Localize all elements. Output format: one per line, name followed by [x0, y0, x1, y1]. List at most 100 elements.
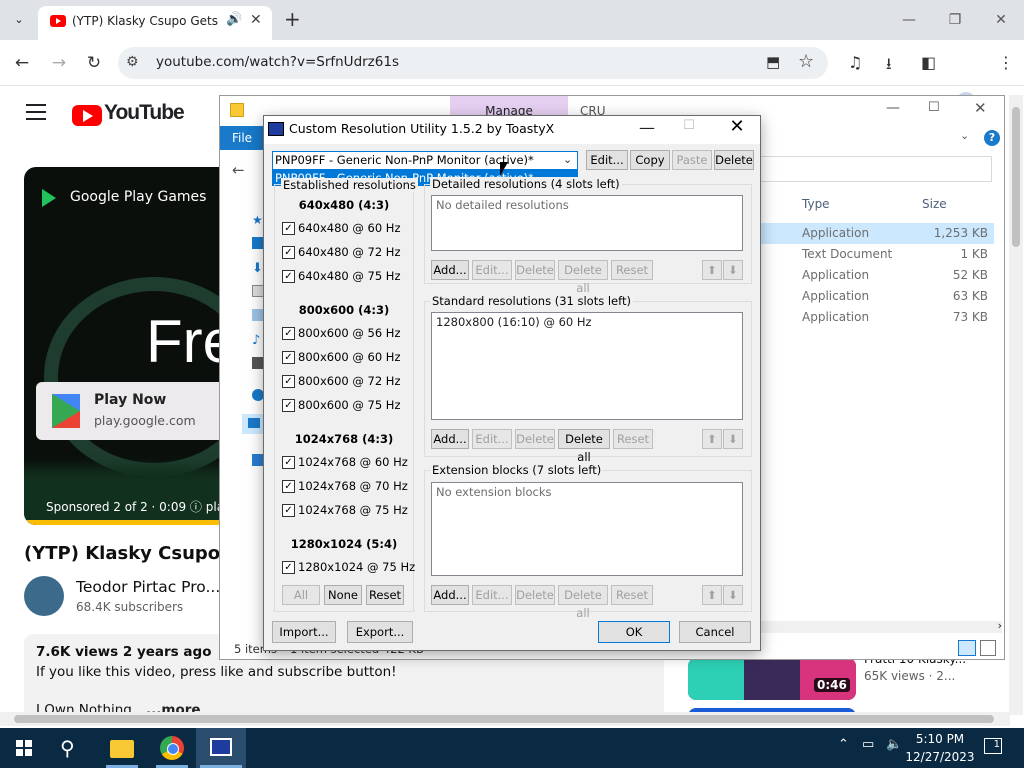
file-explorer-taskbar-icon[interactable] [110, 740, 134, 758]
explorer-maximize-icon[interactable]: ☐ [928, 100, 940, 115]
import-button[interactable]: Import... [272, 621, 336, 643]
checkbox-checked-icon[interactable]: ✓ [282, 399, 295, 412]
scrollbar-thumb[interactable] [14, 715, 994, 723]
explorer-search-box[interactable] [750, 156, 992, 182]
resolution-checkbox[interactable]: ✓ 640x480 @ 72 Hz [282, 245, 412, 261]
monitor-delete-button[interactable]: Delete [714, 150, 754, 170]
checkbox-checked-icon[interactable]: ✓ [282, 456, 295, 469]
network-status-icon[interactable]: ▭ [862, 737, 874, 752]
explorer-minimize-icon[interactable]: — [886, 100, 900, 116]
reload-icon[interactable]: ↻ [83, 52, 105, 74]
window-minimize-button[interactable]: — [886, 8, 932, 32]
file-row[interactable]: Application 63 KB [742, 286, 994, 307]
ad-cta-card[interactable]: Play Now play.google.com [36, 382, 224, 440]
checkbox-checked-icon[interactable]: ✓ [282, 375, 295, 388]
standard-resolution-item[interactable]: 1280x800 (16:10) @ 60 Hz [436, 315, 592, 329]
channel-avatar[interactable] [24, 576, 64, 616]
volume-muted-icon[interactable]: 🔈 [886, 737, 902, 752]
chrome-taskbar-icon[interactable] [160, 736, 184, 760]
file-row[interactable]: Application 73 KB [742, 307, 994, 328]
speaker-icon[interactable]: 🔊 [226, 12, 242, 27]
extension-blocks-list[interactable]: No extension blocks [431, 482, 743, 576]
monitor-edit-button[interactable]: Edit... [586, 150, 628, 170]
side-panel-icon[interactable]: ◧ [921, 53, 936, 72]
install-app-icon[interactable]: ⬒ [766, 53, 780, 71]
forward-arrow-icon[interactable]: → [48, 52, 70, 74]
resolution-checkbox[interactable]: ✓ 1280x1024 @ 75 Hz [282, 560, 415, 576]
standard-delete-all-button[interactable]: Delete all [558, 429, 610, 464]
chrome-menu-icon[interactable]: ⋮ [998, 53, 1014, 72]
details-view-icon[interactable] [958, 640, 976, 656]
resolution-checkbox[interactable]: ✓ 800x600 @ 72 Hz [282, 374, 412, 390]
resolution-checkbox[interactable]: ✓ 1024x768 @ 60 Hz [282, 455, 412, 471]
scroll-right-icon[interactable]: › [998, 619, 1002, 632]
window-restore-button[interactable]: ❐ [932, 8, 978, 32]
detailed-resolutions-list[interactable]: No detailed resolutions [431, 195, 743, 251]
file-row[interactable]: Text Document 1 KB [742, 244, 994, 265]
clock-time[interactable]: 5:10 PM [905, 732, 975, 746]
clock-date[interactable]: 12/27/2023 [905, 750, 975, 764]
detailed-add-button[interactable]: Add... [431, 260, 469, 280]
page-horizontal-scrollbar[interactable] [0, 712, 1010, 726]
windows-start-icon[interactable] [16, 740, 32, 756]
resolution-checkbox[interactable]: ✓ 640x480 @ 75 Hz [282, 269, 412, 285]
address-bar[interactable]: ⚙ youtube.com/watch?v=SrfnUdrz61s ⬒ ☆ [118, 47, 828, 79]
explorer-close-icon[interactable]: ✕ [974, 99, 987, 117]
url-text[interactable]: youtube.com/watch?v=SrfnUdrz61s [156, 54, 399, 70]
column-header-type[interactable]: Type [802, 197, 830, 211]
checkbox-checked-icon[interactable]: ✓ [282, 351, 295, 364]
extension-add-button[interactable]: Add... [431, 585, 469, 605]
window-close-button[interactable]: ✕ [978, 8, 1024, 32]
checkbox-checked-icon[interactable]: ✓ [282, 480, 295, 493]
file-row[interactable]: Application 1,253 KB [742, 223, 994, 244]
site-info-icon[interactable]: ⚙ [126, 54, 139, 70]
scrollbar-thumb[interactable] [1012, 107, 1020, 247]
page-vertical-scrollbar[interactable] [1009, 95, 1023, 715]
checkbox-checked-icon[interactable]: ✓ [282, 561, 295, 574]
resolution-checkbox[interactable]: ✓ 800x600 @ 60 Hz [282, 350, 412, 366]
media-controls-icon[interactable]: ♫ [848, 53, 862, 72]
download-icon[interactable]: ⭳ [886, 53, 892, 80]
checkbox-checked-icon[interactable]: ✓ [282, 504, 295, 517]
checkbox-checked-icon[interactable]: ✓ [282, 222, 295, 235]
chevron-down-icon[interactable]: ⌄ [563, 153, 572, 166]
back-arrow-icon[interactable]: ← [11, 52, 33, 74]
tab-close-icon[interactable]: ✕ [250, 12, 262, 28]
youtube-logo-icon[interactable] [72, 105, 102, 126]
monitor-dropdown[interactable]: PNP09FF - Generic Non-PnP Monitor (activ… [272, 151, 578, 170]
monitor-copy-button[interactable]: Copy [630, 150, 670, 170]
file-row[interactable]: Application 52 KB [742, 265, 994, 286]
export-button[interactable]: Export... [347, 621, 413, 643]
video-player[interactable]: Google Play Games Fre Play Now play.goog… [24, 167, 224, 525]
bookmark-star-icon[interactable]: ☆ [798, 51, 814, 72]
standard-add-button[interactable]: Add... [431, 429, 469, 449]
resolution-checkbox[interactable]: ✓ 1024x768 @ 75 Hz [282, 503, 412, 519]
cru-taskbar-button[interactable] [196, 728, 246, 768]
ok-button[interactable]: OK [598, 621, 670, 643]
notification-center-icon[interactable]: 1 [984, 738, 1002, 754]
explorer-horizontal-scrollbar[interactable]: › [760, 619, 1002, 633]
column-header-size[interactable]: Size [922, 197, 947, 211]
explorer-back-arrow-icon[interactable]: ← [232, 161, 245, 179]
select-none-button[interactable]: None [324, 585, 362, 605]
hamburger-menu-icon[interactable] [26, 104, 46, 125]
ribbon-expand-chevron-icon[interactable]: ⌄ [960, 129, 969, 142]
checkbox-checked-icon[interactable]: ✓ [282, 327, 295, 340]
youtube-wordmark[interactable]: YouTube [104, 101, 185, 125]
resolution-checkbox[interactable]: ✓ 800x600 @ 75 Hz [282, 398, 412, 414]
tray-overflow-chevron-icon[interactable]: ⌃ [838, 737, 849, 752]
checkbox-checked-icon[interactable]: ✓ [282, 246, 295, 259]
resolution-checkbox[interactable]: ✓ 1024x768 @ 70 Hz [282, 479, 412, 495]
tab-search-chevron-icon[interactable]: ⌄ [8, 9, 30, 31]
channel-name[interactable]: Teodor Pirtac Pro... [76, 578, 220, 596]
checkbox-checked-icon[interactable]: ✓ [282, 270, 295, 283]
search-icon[interactable]: ⚲ [60, 736, 75, 760]
large-icons-view-icon[interactable] [980, 640, 996, 656]
cancel-button[interactable]: Cancel [679, 621, 751, 643]
cru-minimize-icon[interactable]: — [634, 118, 660, 140]
browser-tab[interactable]: (YTP) Klasky Csupo Gets We 🔊 ✕ [38, 6, 272, 40]
help-icon[interactable]: ? [984, 130, 1000, 146]
established-reset-button[interactable]: Reset [366, 585, 404, 605]
new-tab-plus-icon[interactable]: + [284, 8, 301, 30]
cru-close-icon[interactable]: ✕ [722, 116, 752, 142]
